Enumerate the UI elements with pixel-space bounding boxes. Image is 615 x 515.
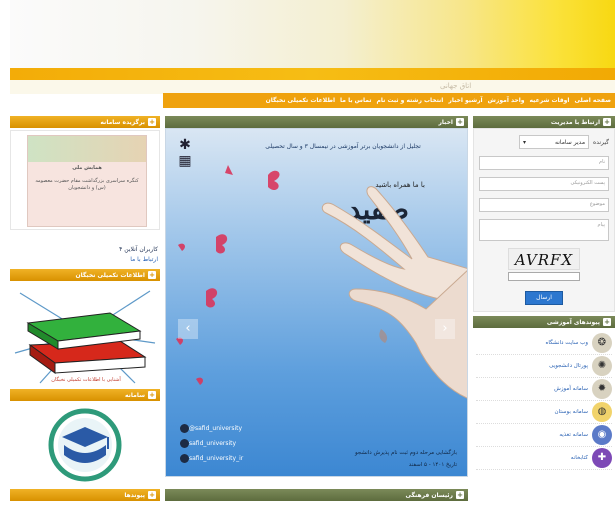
emblem-box[interactable] <box>10 401 160 489</box>
main-nav: صفحه اصلی اوقات شرعیه واحد آموزش آرشیو ا… <box>163 93 615 108</box>
expand-icon[interactable]: + <box>148 271 156 279</box>
emblem-icon: ✺ <box>592 356 612 376</box>
butterfly-icon <box>216 234 228 254</box>
recipient-row: گیرنده مدیر سامانه ▾ <box>479 135 609 149</box>
email-field[interactable]: پست الکترونیکی <box>479 177 609 191</box>
thumbnail-text: کنگره سراسری بزرگداشت مقام حضرت معصومه (… <box>35 178 139 191</box>
slide-date: تاریخ ۱۴۰۱ - ۵ اسفند <box>408 462 457 468</box>
list-item[interactable]: ✚ کتابخانه <box>476 447 612 470</box>
links-list: ❂ وب سایت دانشگاه ✺ پورتال دانشجویی ✹ سامان… <box>473 328 615 474</box>
thumbnail-heading: همایش ملی <box>72 165 102 171</box>
expand-icon[interactable]: + <box>603 318 611 326</box>
section-title: پیوندهای آموزشی <box>546 318 600 326</box>
section-title: رئیسان فرهنگی <box>405 491 453 499</box>
header-band <box>10 68 615 80</box>
thumbnail-image <box>28 136 146 162</box>
header-banner <box>10 0 615 68</box>
list-item[interactable]: ◉ سامانه تغذیه <box>476 424 612 447</box>
expand-icon[interactable]: + <box>603 118 611 126</box>
books-caption: آشنایی با اطلاعات تکمیلی نخبگان <box>51 377 121 383</box>
section-title: اطلاعات تکمیلی نخبگان <box>75 271 145 279</box>
left-section-header[interactable]: + برگزیده سامانه <box>10 116 160 128</box>
section-title: اخبار <box>438 118 453 126</box>
list-item[interactable]: ◍ سامانه بوستان <box>476 401 612 424</box>
nav-item[interactable]: صفحه اصلی <box>574 97 611 104</box>
globe-icon: ◍ <box>592 402 612 422</box>
captcha-image: AVRFX <box>508 248 580 270</box>
telegram-icon <box>180 454 189 463</box>
slide-footer-text: بازگشایی مرحله دوم ثبت نام پذیرش دانشجو <box>354 450 457 456</box>
news-slider[interactable]: ✱ ▦ تجلیل از دانشجویان برتر آموزشی در نیم… <box>165 128 468 477</box>
emblem-icon <box>48 408 122 482</box>
recipient-select[interactable]: مدیر سامانه ▾ <box>519 135 590 149</box>
list-item[interactable]: ❂ وب سایت دانشگاه <box>476 332 612 355</box>
nav-item[interactable]: واحد آموزش <box>488 97 525 104</box>
social-links: @safid_university safid_university safid… <box>176 421 243 466</box>
featured-box: همایش ملی کنگره سراسری بزرگداشت مقام حضر… <box>10 130 160 230</box>
send-button[interactable]: ارسال <box>525 291 563 305</box>
online-counter: کاربران آنلاین ۴ <box>119 246 158 253</box>
expand-icon[interactable]: + <box>148 118 156 126</box>
news-column: + اخبار ✱ ▦ تجلیل از دانشجویان برتر آموزشی… <box>165 116 468 501</box>
nav-item[interactable]: تماس با ما <box>340 97 371 104</box>
header-strip <box>10 80 615 94</box>
puzzle-icon: ✚ <box>592 448 612 468</box>
left-column: + برگزیده سامانه همایش ملی کنگره سراسری ب… <box>10 116 160 501</box>
message-row: پیام <box>479 219 609 241</box>
nav-item[interactable]: آرشیو اخبار <box>448 97 482 104</box>
instagram-icon <box>180 439 189 448</box>
university-seal-icon: ❂ <box>592 333 612 353</box>
nav-item[interactable]: اطلاعات تکمیلی نخبگان <box>266 97 335 104</box>
email-row: پست الکترونیکی <box>479 177 609 191</box>
previous-arrow-icon[interactable]: ‹ <box>178 319 198 339</box>
social-item[interactable]: safid_university_ir <box>176 451 243 466</box>
expand-icon[interactable]: + <box>456 491 464 499</box>
page: اتاق جهانی صفحه اصلی اوقات شرعیه واحد آم… <box>0 0 615 515</box>
expand-icon[interactable]: + <box>148 391 156 399</box>
butterfly-icon <box>196 377 203 385</box>
name-field[interactable]: نام <box>479 156 609 170</box>
message-field[interactable]: پیام <box>479 219 609 241</box>
expand-icon[interactable]: + <box>456 118 464 126</box>
name-row: نام <box>479 156 609 170</box>
books-banner[interactable]: آشنایی با اطلاعات تکمیلی نخبگان <box>10 283 160 387</box>
recipient-label: گیرنده <box>593 138 609 146</box>
social-item[interactable]: @safid_university <box>176 421 243 436</box>
next-arrow-icon[interactable]: › <box>435 319 455 339</box>
list-item[interactable]: ✹ سامانه آموزش <box>476 378 612 401</box>
subject-field[interactable]: موضوع <box>479 198 609 212</box>
right-column: + ارتباط با مدیریت گیرنده مدیر سامانه ▾ نا… <box>473 116 615 474</box>
web-icon <box>180 424 189 433</box>
social-item[interactable]: safid_university <box>176 436 243 451</box>
contact-form: گیرنده مدیر سامانه ▾ نام پست الکترونیکی م… <box>473 128 615 312</box>
section-title: برگزیده سامانه <box>100 118 145 126</box>
contact-header[interactable]: + ارتباط با مدیریت <box>473 116 615 128</box>
contact-link[interactable]: ارتباط با ما <box>10 256 160 263</box>
left-section-header[interactable]: + اطلاعات تکمیلی نخبگان <box>10 269 160 281</box>
captcha-input[interactable] <box>508 272 580 281</box>
links-header[interactable]: + پیوندهای آموزشی <box>473 316 615 328</box>
section-title: سامانه <box>124 391 145 399</box>
header-faint-text: اتاق جهانی <box>440 82 472 90</box>
seal-icon: ✹ <box>592 379 612 399</box>
left-section-header[interactable]: + سامانه <box>10 389 160 401</box>
butterfly-icon <box>178 243 185 251</box>
nav-item[interactable]: اوقات شرعیه <box>530 97 570 104</box>
books-icon <box>14 290 156 384</box>
expand-icon[interactable]: + <box>148 491 156 499</box>
list-item[interactable]: ✺ پورتال دانشجویی <box>476 355 612 378</box>
chevron-down-icon: ▾ <box>523 138 527 146</box>
left-section-header[interactable]: + پیوندها <box>10 489 160 501</box>
butterfly-icon <box>206 288 218 308</box>
section-title: پیوندها <box>124 491 145 499</box>
news-header[interactable]: + اخبار <box>165 116 468 128</box>
badge-icon: ◉ <box>592 425 612 445</box>
butterfly-icon <box>268 170 280 191</box>
subject-row: موضوع <box>479 198 609 212</box>
news-section-header[interactable]: + رئیسان فرهنگی <box>165 489 468 501</box>
featured-thumbnail[interactable]: همایش ملی کنگره سراسری بزرگداشت مقام حضر… <box>27 135 147 227</box>
section-title: ارتباط با مدیریت <box>550 118 600 126</box>
nav-item[interactable]: انتخاب رشته و ثبت نام <box>377 97 444 104</box>
